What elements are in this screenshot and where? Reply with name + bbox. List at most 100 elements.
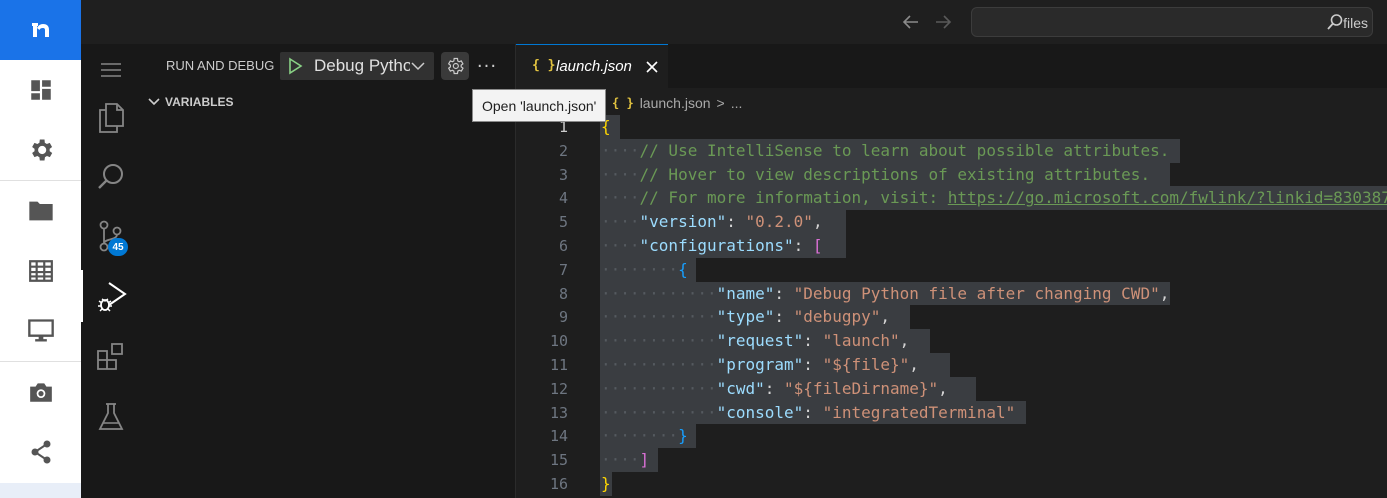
code-line: 6 ····"configurations": [ xyxy=(516,233,1387,258)
line-number: 9 xyxy=(558,308,568,327)
comment: // Hover to view descriptions of existin… xyxy=(639,164,1151,184)
rail-footer xyxy=(0,483,81,498)
line-number: 12 xyxy=(549,379,568,398)
json-key: "console" xyxy=(716,402,804,422)
line-number: 16 xyxy=(549,474,568,493)
code-line: 12 ············"cwd": "${fileDirname}", xyxy=(516,376,1387,401)
line-number: 13 xyxy=(549,403,568,422)
json-key: "version" xyxy=(639,212,727,232)
bracket-open: [ xyxy=(812,235,823,255)
json-value: "${file}" xyxy=(822,354,910,374)
line-number: 14 xyxy=(549,427,568,446)
forward-button[interactable] xyxy=(933,12,953,32)
colon: : xyxy=(803,331,823,351)
share-icon xyxy=(31,440,50,464)
back-button[interactable] xyxy=(901,12,921,32)
line-number: 2 xyxy=(558,141,568,160)
code-editor[interactable]: 1 { 2 ····// Use IntelliSense to learn a… xyxy=(516,115,1387,496)
app-rail xyxy=(0,0,81,498)
json-value: "${fileDirname}" xyxy=(784,378,939,398)
title-bar: files xyxy=(81,0,1387,44)
testing-button[interactable] xyxy=(81,391,141,443)
code-line: 14 ········} xyxy=(516,424,1387,449)
tab-bar: { } launch.json xyxy=(516,44,1387,88)
arrow-left-icon xyxy=(902,15,918,29)
gear-icon xyxy=(447,57,464,75)
json-value: "integratedTerminal" xyxy=(822,402,1016,422)
debug-configuration-select[interactable]: Debug Python file after changing CWD xyxy=(280,52,434,80)
comma: , xyxy=(909,354,919,374)
json-key: "configurations" xyxy=(639,235,794,255)
code-line: 15 ····] xyxy=(516,448,1387,472)
colon: : xyxy=(793,235,813,255)
json-key: "request" xyxy=(716,331,804,351)
settings-icon xyxy=(31,139,52,161)
line-number: 3 xyxy=(558,165,568,184)
colon: : xyxy=(803,402,823,422)
code-line: 16 } xyxy=(516,471,1387,496)
line-number: 6 xyxy=(558,236,568,255)
folder-icon xyxy=(28,201,53,221)
json-value: "Debug Python file after changing CWD" xyxy=(793,283,1160,303)
line-number: 7 xyxy=(558,260,568,279)
search-view-button[interactable] xyxy=(81,151,141,203)
comma: , xyxy=(880,307,890,327)
rail-dashboard[interactable] xyxy=(0,60,81,120)
extensions-button[interactable] xyxy=(81,331,141,383)
json-key: "cwd" xyxy=(716,378,765,398)
comma: , xyxy=(812,212,823,232)
hamburger-menu-icon xyxy=(101,63,121,77)
open-launch-json-tooltip: Open 'launch.json' xyxy=(472,89,607,122)
dashboard-icon xyxy=(30,80,51,100)
code-line: 3 ····// Hover to view descriptions of e… xyxy=(516,162,1387,187)
breadcrumb-file[interactable]: launch.json xyxy=(640,95,711,111)
rail-table[interactable] xyxy=(0,241,81,301)
code-line: 5 ····"version": "0.2.0", xyxy=(516,210,1387,234)
rail-monitor[interactable] xyxy=(0,301,81,361)
line-number: 10 xyxy=(549,332,568,351)
comma: , xyxy=(1159,283,1170,303)
rail-camera[interactable] xyxy=(0,362,81,422)
scm-changes-badge: 45 xyxy=(108,238,128,256)
open-launch-json-button[interactable] xyxy=(441,52,469,80)
code-line: 10 ············"request": "launch", xyxy=(516,329,1387,353)
close-icon xyxy=(646,61,658,73)
json-key: "name" xyxy=(716,283,775,303)
command-center-search[interactable]: files xyxy=(971,7,1373,37)
comment: // For more information, visit: xyxy=(639,188,948,208)
close-tab-button[interactable] xyxy=(642,57,662,77)
explorer-button[interactable] xyxy=(81,92,141,144)
rail-settings[interactable] xyxy=(0,120,81,180)
chevron-down-icon xyxy=(411,62,425,71)
code-line: 8 ············"name": "Debug Python file… xyxy=(516,281,1387,306)
bracket-close: ] xyxy=(639,450,650,470)
json-file-icon: { } xyxy=(612,96,634,110)
tab-launch-json[interactable]: { } launch.json xyxy=(516,44,668,88)
panel-title: RUN AND DEBUG xyxy=(166,58,275,73)
variables-label: VARIABLES xyxy=(165,95,234,109)
line-number: 15 xyxy=(549,451,568,470)
rail-files[interactable] xyxy=(0,181,81,241)
comma: , xyxy=(938,378,948,398)
json-value: "debugpy" xyxy=(793,307,881,327)
monitor-icon xyxy=(27,319,54,342)
run-debug-button[interactable] xyxy=(81,270,141,322)
more-actions-button[interactable]: ··· xyxy=(475,52,499,80)
debug-configuration-label: Debug Python file after changing CWD xyxy=(314,56,410,75)
run-debug-panel: RUN AND DEBUG Debug Python file after ch… xyxy=(141,44,516,498)
menu-button[interactable] xyxy=(81,44,141,96)
colon: : xyxy=(764,378,785,398)
line-number: 8 xyxy=(558,284,568,303)
activity-bar: 45 xyxy=(81,44,141,498)
colon: : xyxy=(726,212,746,232)
app-logo[interactable] xyxy=(0,0,81,60)
rail-share[interactable] xyxy=(0,422,81,482)
breadcrumb-symbol[interactable]: ... xyxy=(731,95,743,111)
play-icon[interactable] xyxy=(286,57,304,75)
fwlink-url[interactable]: https://go.microsoft.com/fwlink/?linkid=… xyxy=(948,188,1387,207)
breadcrumb: { } launch.json > ... xyxy=(612,94,742,112)
search-icon xyxy=(1327,14,1343,30)
variables-section-header[interactable]: VARIABLES xyxy=(147,94,233,110)
chevron-down-icon xyxy=(148,98,160,106)
code-line: 13 ············"console": "integratedTer… xyxy=(516,400,1387,425)
